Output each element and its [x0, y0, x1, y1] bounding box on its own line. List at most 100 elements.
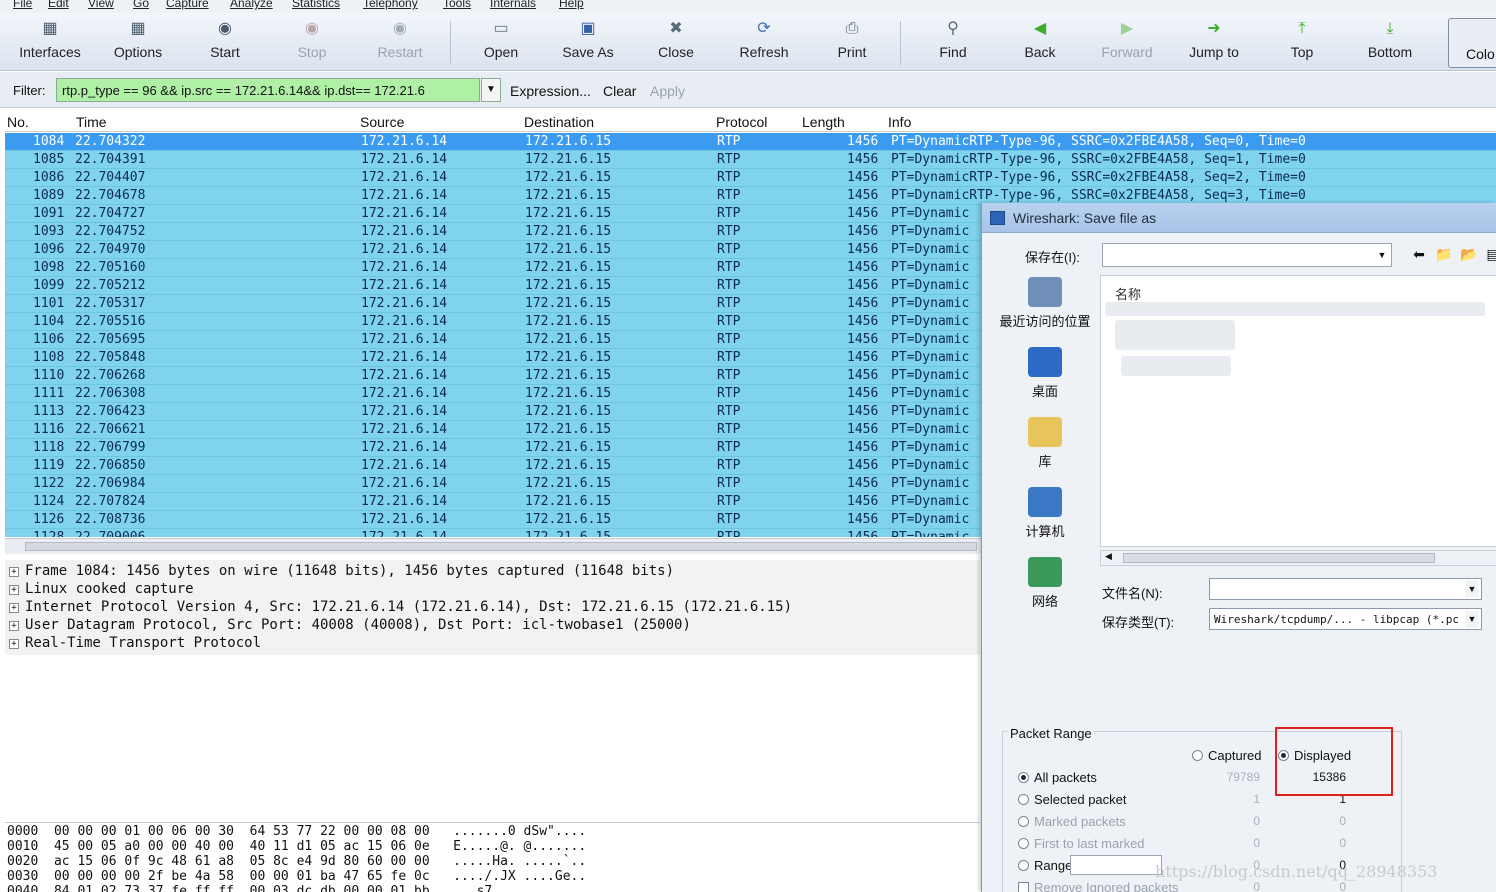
menu-go[interactable]: Go	[133, 0, 149, 10]
filter-dropdown-button[interactable]: ▼	[481, 78, 501, 102]
restart-button[interactable]: ◉ Restart	[360, 13, 440, 71]
packet-dst: 172.21.6.15	[525, 476, 612, 491]
packet-proto: RTP	[717, 476, 741, 491]
detail-tree-row[interactable]: + User Datagram Protocol, Src Port: 40008…	[9, 617, 691, 633]
packet-row[interactable]: 1086 22.704407 172.21.6.14 172.21.6.15 RTP 14…	[5, 169, 1496, 187]
forward-arrow-icon: ▶	[1120, 20, 1134, 37]
packet-row[interactable]: 1084 22.704322 172.21.6.14 172.21.6.15 RTP 14…	[5, 133, 1496, 151]
menu-help[interactable]: Help	[559, 0, 584, 10]
interfaces-button[interactable]: ▦ Interfaces	[10, 13, 90, 71]
range-input[interactable]	[1070, 855, 1162, 875]
packet-dst: 172.21.6.15	[525, 512, 612, 527]
detail-tree-row[interactable]: + Real-Time Transport Protocol	[9, 635, 261, 651]
toolbar-label: Start	[210, 44, 240, 60]
packet-time: 22.706423	[75, 404, 146, 419]
dialog-title-bar: Wireshark: Save file as	[982, 203, 1496, 233]
packet-details-pane: + Frame 1084: 1456 bytes on wire (11648 b…	[5, 560, 980, 655]
packet-proto: RTP	[717, 386, 741, 401]
detail-tree-row[interactable]: + Frame 1084: 1456 bytes on wire (11648 b…	[9, 563, 674, 579]
range-option-all-packets[interactable]: All packets	[1018, 770, 1097, 785]
detail-tree-row[interactable]: + Linux cooked capture	[9, 581, 194, 597]
packet-proto: RTP	[717, 242, 741, 257]
packet-info: PT=Dynamic	[891, 529, 969, 537]
column-header-destination[interactable]: Destination	[524, 114, 594, 130]
filter-input[interactable]: rtp.p_type == 96 && ip.src == 172.21.6.1…	[56, 78, 480, 102]
forward-button[interactable]: ▶ Forward	[1087, 13, 1167, 71]
range-option-first-to-last-marked[interactable]: First to last marked	[1018, 836, 1145, 851]
place-computer[interactable]: 计算机	[992, 487, 1098, 540]
stop-button[interactable]: ◉ Stop	[272, 13, 352, 71]
packet-proto: RTP	[717, 134, 741, 149]
menu-capture[interactable]: Capture	[166, 0, 209, 10]
column-header-source[interactable]: Source	[360, 114, 404, 130]
close-button[interactable]: ✖ Close	[636, 13, 716, 71]
detail-tree-row[interactable]: + Internet Protocol Version 4, Src: 172.2…	[9, 599, 792, 615]
bottom-button[interactable]: ⤓ Bottom	[1350, 13, 1430, 71]
column-header-time[interactable]: Time	[76, 114, 107, 130]
filetype-label: 保存类型(T):	[1102, 615, 1175, 630]
place-network[interactable]: 网络	[992, 557, 1098, 610]
back-nav-icon[interactable]: ⬅	[1410, 246, 1428, 264]
top-button[interactable]: ⤒ Top	[1262, 13, 1342, 71]
filetype-select[interactable]: Wireshark/tcpdump/... - libpcap (*.pc ▼	[1209, 608, 1482, 630]
packet-dst: 172.21.6.15	[525, 422, 612, 437]
menu-view[interactable]: View	[88, 0, 114, 10]
scrollbar-thumb[interactable]	[1123, 553, 1435, 563]
packet-src: 172.21.6.14	[361, 440, 448, 455]
radio-icon	[1018, 794, 1029, 805]
column-header-protocol[interactable]: Protocol	[716, 114, 767, 130]
scrollbar-thumb[interactable]	[25, 542, 977, 551]
packet-src: 172.21.6.14	[361, 458, 448, 473]
range-option-selected-packet[interactable]: Selected packet	[1018, 792, 1127, 807]
packet-row[interactable]: 1085 22.704391 172.21.6.14 172.21.6.15 RTP 14…	[5, 151, 1496, 169]
expand-icon[interactable]: +	[9, 621, 19, 631]
packet-time: 22.706984	[75, 476, 146, 491]
menu-file[interactable]: File	[13, 0, 32, 10]
refresh-button[interactable]: ⟳ Refresh	[724, 13, 804, 71]
view-menu-icon[interactable]: ▤	[1484, 246, 1496, 264]
range-option-remove-ignored-packets[interactable]: Remove Ignored packets	[1018, 880, 1179, 892]
options-button[interactable]: ▦ Options	[98, 13, 178, 71]
menu-statistics[interactable]: Statistics	[292, 0, 340, 10]
name-column-header[interactable]: 名称	[1115, 284, 1141, 303]
file-list-scrollbar[interactable]: ◀	[1100, 550, 1496, 566]
empty-pane	[5, 655, 980, 820]
print-button[interactable]: ⎙ Print	[812, 13, 892, 71]
expand-icon[interactable]: +	[9, 603, 19, 613]
up-folder-icon[interactable]: 📁	[1435, 246, 1453, 264]
save-in-dropdown[interactable]: ▼	[1102, 243, 1392, 267]
colorize-button[interactable]: Colo	[1448, 18, 1496, 68]
packet-info: PT=Dynamic	[891, 368, 970, 383]
back-button[interactable]: ◀ Back	[1000, 13, 1080, 71]
file-list[interactable]: 名称	[1100, 275, 1496, 547]
packet-list-scrollbar[interactable]	[5, 538, 985, 554]
range-option-range[interactable]: Range:	[1018, 858, 1076, 873]
start-button[interactable]: ◉ Start	[185, 13, 265, 71]
expression-button[interactable]: Expression...	[510, 83, 591, 99]
menu-telephony[interactable]: Telephony	[363, 0, 418, 10]
menu-internals[interactable]: Internals	[490, 0, 536, 10]
place-recent-places[interactable]: 最近访问的位置	[992, 277, 1098, 330]
captured-radio[interactable]: Captured	[1192, 748, 1261, 763]
column-header-info[interactable]: Info	[888, 114, 911, 130]
save-as-button[interactable]: ▣ Save As	[548, 13, 628, 71]
new-folder-icon[interactable]: 📂	[1460, 246, 1478, 264]
filename-input[interactable]: ▼	[1209, 578, 1482, 600]
jump-to-button[interactable]: ➜ Jump to	[1174, 13, 1254, 71]
column-header-length[interactable]: Length	[802, 114, 845, 130]
expand-icon[interactable]: +	[9, 567, 19, 577]
range-option-marked-packets[interactable]: Marked packets	[1018, 814, 1126, 829]
expand-icon[interactable]: +	[9, 639, 19, 649]
menu-analyze[interactable]: Analyze	[230, 0, 273, 10]
place-desktop[interactable]: 桌面	[992, 347, 1098, 400]
menu-edit[interactable]: Edit	[48, 0, 69, 10]
menu-tools[interactable]: Tools	[443, 0, 471, 10]
packet-time: 22.704727	[75, 206, 146, 221]
column-header-no[interactable]: No.	[7, 114, 29, 130]
find-button[interactable]: ⚲ Find	[913, 13, 993, 71]
clear-button[interactable]: Clear	[603, 83, 636, 99]
place-libraries[interactable]: 库	[992, 417, 1098, 470]
open-button[interactable]: ▭ Open	[461, 13, 541, 71]
expand-icon[interactable]: +	[9, 585, 19, 595]
apply-button[interactable]: Apply	[650, 83, 685, 99]
